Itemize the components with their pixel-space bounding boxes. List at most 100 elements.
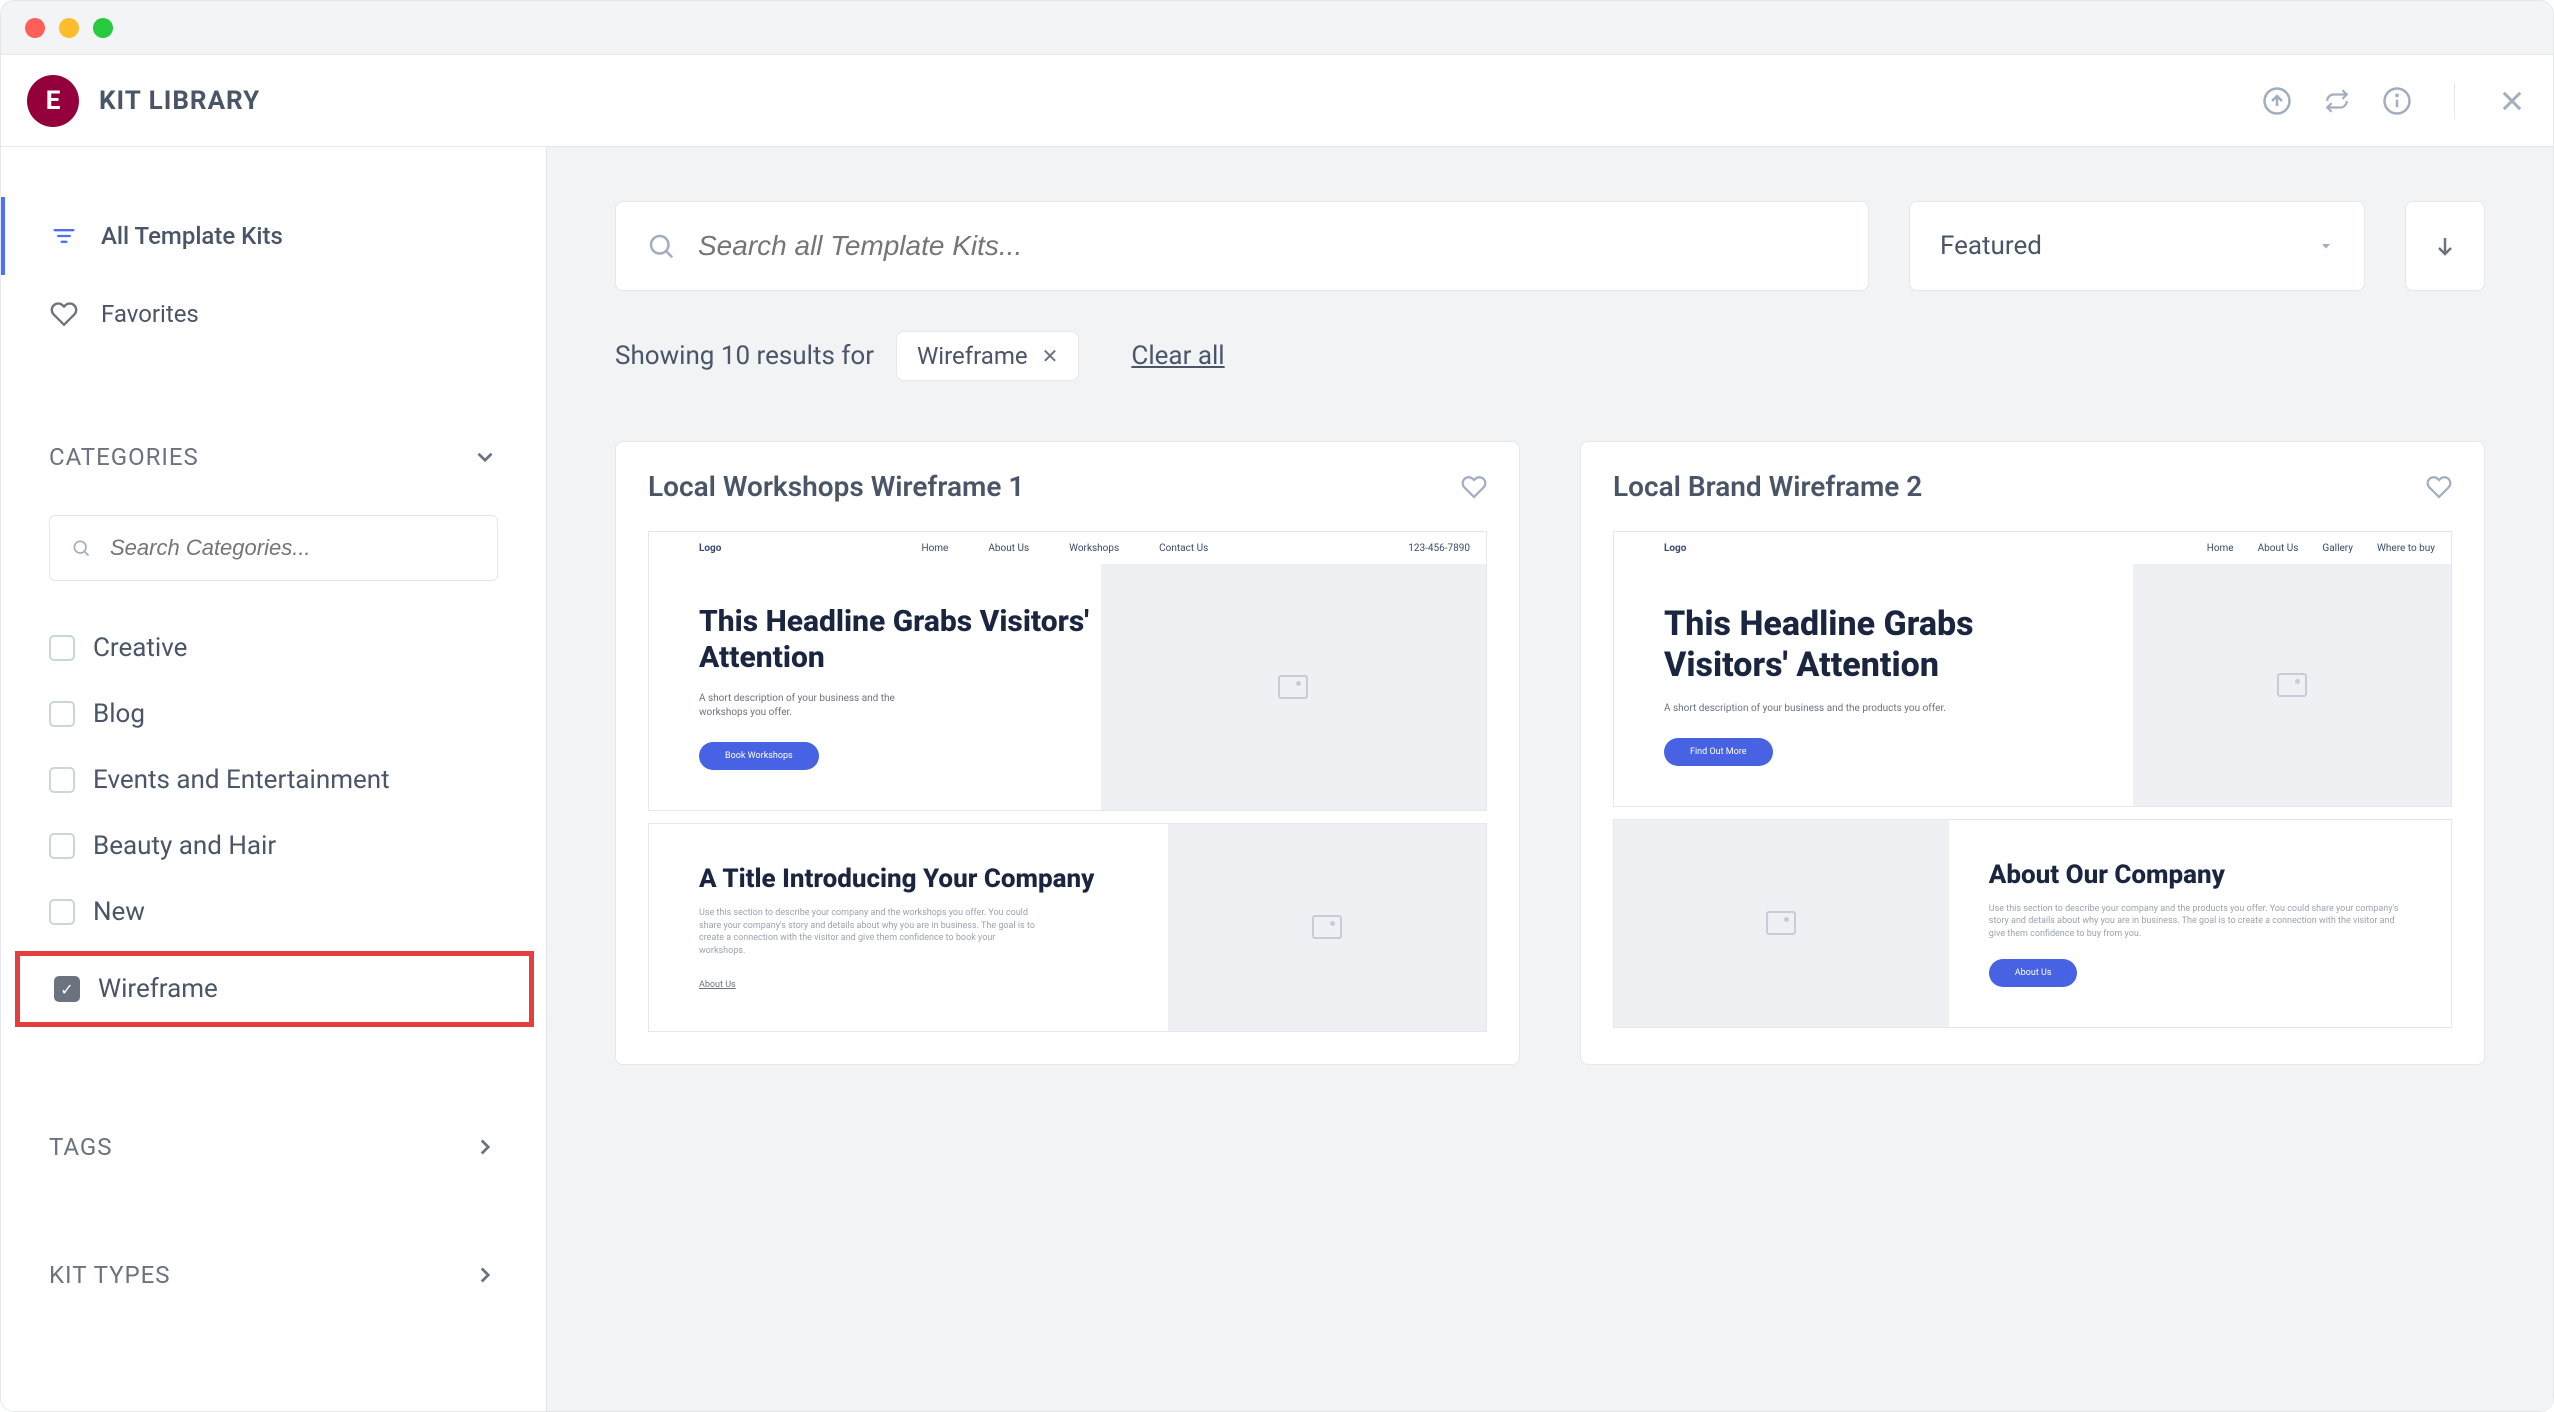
image-placeholder-icon — [1278, 675, 1308, 699]
filter-chip-wireframe: Wireframe ✕ — [896, 331, 1079, 381]
preview-about-title: A Title Introducing Your Company — [699, 864, 1138, 895]
preview-hero-button: Book Workshops — [699, 742, 819, 770]
preview-about-button: About Us — [1989, 959, 2078, 987]
category-events[interactable]: Events and Entertainment — [1, 747, 546, 813]
section-title: KIT TYPES — [49, 1261, 171, 1289]
kit-card[interactable]: Local Workshops Wireframe 1 Logo Home Ab — [615, 441, 1520, 1065]
main-content: Featured Showing 10 results for Wirefram… — [547, 147, 2553, 1411]
info-icon[interactable] — [2382, 86, 2412, 116]
search-icon — [71, 538, 91, 558]
window-minimize-dot[interactable] — [59, 18, 79, 38]
search-input[interactable] — [698, 230, 1838, 262]
app-header: E KIT LIBRARY — [1, 55, 2553, 147]
category-label: Beauty and Hair — [93, 831, 276, 861]
preview-logo: Logo — [1664, 543, 1686, 554]
nav-favorites[interactable]: Favorites — [1, 275, 546, 353]
preview-nav-link: Where to buy — [2377, 543, 2435, 554]
checkbox — [49, 899, 75, 925]
preview-nav: Logo Home About Us Gallery Where to buy — [1614, 532, 2451, 564]
window-maximize-dot[interactable] — [93, 18, 113, 38]
preview-nav-link: About Us — [2258, 543, 2299, 554]
brand-title: KIT LIBRARY — [99, 86, 260, 116]
image-placeholder-icon — [2277, 673, 2307, 697]
sort-direction-button[interactable] — [2405, 201, 2485, 291]
kit-preview: Logo Home About Us Gallery Where to buy — [1581, 531, 2484, 1060]
image-placeholder-icon — [1312, 915, 1342, 939]
card-title: Local Brand Wireframe 2 — [1613, 470, 1922, 503]
chip-label: Wireframe — [917, 342, 1028, 370]
preview-about-text: Use this section to describe your compan… — [1989, 903, 2411, 941]
tags-toggle[interactable]: TAGS — [49, 1133, 498, 1161]
preview-nav-link: Workshops — [1069, 543, 1119, 554]
kit-types-section: KIT TYPES — [1, 1231, 546, 1309]
preview-nav-link: Home — [2207, 543, 2234, 554]
preview-about-link: About Us — [699, 980, 736, 990]
category-label: Wireframe — [98, 974, 218, 1004]
category-blog[interactable]: Blog — [1, 681, 546, 747]
category-label: Blog — [93, 699, 145, 729]
preview-nav-link: Contact Us — [1159, 543, 1208, 554]
favorite-button[interactable] — [2426, 474, 2452, 500]
sort-selected: Featured — [1940, 231, 2042, 261]
checkbox-checked: ✓ — [54, 976, 80, 1002]
section-title: TAGS — [49, 1133, 113, 1161]
results-text: Showing 10 results for — [615, 341, 874, 371]
category-beauty[interactable]: Beauty and Hair — [1, 813, 546, 879]
kit-types-toggle[interactable]: KIT TYPES — [49, 1261, 498, 1289]
preview-hero-button: Find Out More — [1664, 738, 1773, 766]
sort-dropdown[interactable]: Featured — [1909, 201, 2365, 291]
category-label: Creative — [93, 633, 187, 663]
close-icon[interactable] — [2497, 86, 2527, 116]
preview-nav: Logo Home About Us Workshops Contact Us … — [649, 532, 1486, 564]
categories-section: CATEGORIES — [1, 413, 546, 491]
checkbox — [49, 833, 75, 859]
upload-icon[interactable] — [2262, 86, 2292, 116]
category-creative[interactable]: Creative — [1, 615, 546, 681]
highlighted-filter: ✓ Wireframe — [15, 951, 534, 1027]
window-close-dot[interactable] — [25, 18, 45, 38]
category-label: Events and Entertainment — [93, 765, 390, 795]
caret-down-icon — [2318, 238, 2334, 254]
results-bar: Showing 10 results for Wireframe ✕ Clear… — [615, 331, 2485, 381]
clear-all-link[interactable]: Clear all — [1131, 341, 1224, 371]
sidebar: All Template Kits Favorites CATEGORIES — [1, 147, 547, 1411]
chip-remove-icon[interactable]: ✕ — [1042, 344, 1059, 368]
category-label: New — [93, 897, 145, 927]
card-title: Local Workshops Wireframe 1 — [648, 470, 1024, 503]
category-wireframe[interactable]: ✓ Wireframe — [20, 956, 529, 1022]
chevron-down-icon — [472, 444, 498, 470]
filter-icon — [49, 221, 79, 251]
preview-nav-link: Gallery — [2322, 543, 2353, 554]
preview-hero-headline: This Headline Grabs Visitors' Attention — [1664, 604, 1984, 686]
preview-about-text: Use this section to describe your compan… — [699, 907, 1039, 957]
preview-hero-sub: A short description of your business and… — [1664, 702, 2133, 716]
checkbox — [49, 767, 75, 793]
nav-all-template-kits[interactable]: All Template Kits — [1, 197, 546, 275]
category-search — [49, 515, 498, 581]
preview-hero-headline: This Headline Grabs Visitors' Attention — [699, 604, 1101, 676]
preview-nav-link: About Us — [988, 543, 1029, 554]
section-title: CATEGORIES — [49, 443, 199, 471]
category-search-input[interactable] — [49, 515, 498, 581]
tags-section: TAGS — [1, 1103, 546, 1181]
preview-logo: Logo — [699, 543, 721, 554]
titlebar — [1, 1, 2553, 55]
preview-about-title: About Our Company — [1989, 860, 2411, 891]
nav-label: Favorites — [101, 300, 199, 328]
preview-nav-link: Home — [921, 543, 948, 554]
chevron-right-icon — [472, 1262, 498, 1288]
nav-label: All Template Kits — [101, 222, 283, 250]
refresh-icon[interactable] — [2322, 86, 2352, 116]
checkbox — [49, 701, 75, 727]
divider — [2454, 83, 2455, 119]
checkbox — [49, 635, 75, 661]
favorite-button[interactable] — [1461, 474, 1487, 500]
brand-logo: E — [27, 75, 79, 127]
kit-card[interactable]: Local Brand Wireframe 2 Logo Home About — [1580, 441, 2485, 1065]
category-new[interactable]: New — [1, 879, 546, 945]
categories-toggle[interactable]: CATEGORIES — [49, 443, 498, 471]
search-icon — [646, 231, 676, 261]
chevron-right-icon — [472, 1134, 498, 1160]
image-placeholder-icon — [1766, 911, 1796, 935]
search-box — [615, 201, 1869, 291]
